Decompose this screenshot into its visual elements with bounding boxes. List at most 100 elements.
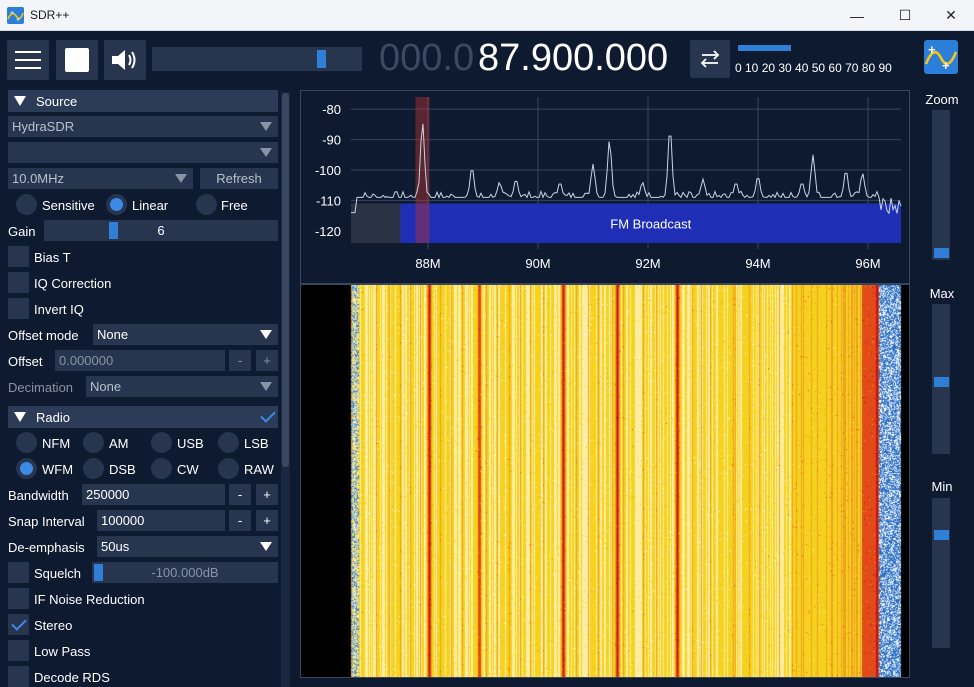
display-sliders-panel: Zoom Max Min <box>918 87 974 687</box>
waterfall-canvas[interactable] <box>301 285 909 677</box>
settings-panel: Source HydraSDR 10.0MHz Refresh Sensitiv… <box>0 87 292 687</box>
squelch-checkbox[interactable] <box>8 562 29 583</box>
speaker-icon <box>112 50 136 70</box>
squelch-slider-thumb[interactable] <box>94 564 103 581</box>
settings-scrollbar-thumb[interactable] <box>282 93 289 467</box>
squelch-slider[interactable]: -100.000dB <box>92 562 278 583</box>
mode-usb-radio[interactable] <box>151 432 172 453</box>
title-bar: + + SDR++ — ☐ ✕ <box>0 0 974 31</box>
gain-slider-thumb[interactable] <box>109 222 118 239</box>
if-noise-reduction-checkbox[interactable] <box>8 588 29 609</box>
offset-mode-select[interactable]: None <box>93 324 278 345</box>
mode-usb-label: USB <box>177 436 204 451</box>
mode-nfm-radio[interactable] <box>16 432 37 453</box>
gain-mode-free-radio[interactable] <box>196 194 217 215</box>
close-button[interactable]: ✕ <box>928 0 974 31</box>
close-icon: ✕ <box>945 7 957 23</box>
fft-y-tick-label: -120 <box>315 224 341 239</box>
snap-interval-input[interactable]: 100000 <box>97 510 225 531</box>
invert-iq-checkbox[interactable] <box>8 298 29 319</box>
decimation-label: Decimation <box>8 380 74 395</box>
samplerate-value: 10.0MHz <box>12 171 65 186</box>
min-slider-thumb[interactable] <box>934 530 949 540</box>
mute-button[interactable] <box>104 40 146 80</box>
deemphasis-label: De-emphasis <box>8 540 85 555</box>
mode-cw-radio[interactable] <box>151 458 172 479</box>
fft-y-tick-label: -90 <box>322 133 341 148</box>
fft-plot[interactable]: FM Broadcast -80 -90 -100 -110 -120 88M 90M 92… <box>301 91 909 283</box>
swap-arrows-icon <box>700 50 720 68</box>
chevron-down-icon <box>260 330 272 339</box>
bandwidth-input[interactable]: 250000 <box>82 484 225 505</box>
offset-increment-button[interactable]: + <box>256 350 278 371</box>
zoom-slider[interactable] <box>932 110 950 260</box>
bandwidth-decrement-button[interactable]: - <box>229 484 251 505</box>
mode-am-radio[interactable] <box>83 432 104 453</box>
mode-lsb-radio[interactable] <box>218 432 239 453</box>
volume-slider-thumb[interactable] <box>316 50 326 68</box>
snap-interval-label: Snap Interval <box>8 514 85 529</box>
hamburger-icon <box>15 51 41 69</box>
stereo-label: Stereo <box>34 618 73 633</box>
source-secondary-select[interactable] <box>8 142 278 163</box>
stereo-checkbox[interactable] <box>8 614 29 635</box>
svg-text:+: + <box>928 42 936 57</box>
zoom-slider-thumb[interactable] <box>934 248 949 258</box>
mode-raw-radio[interactable] <box>218 458 239 479</box>
iq-correction-label: IQ Correction <box>34 276 112 291</box>
bias-t-checkbox[interactable] <box>8 246 29 267</box>
offset-mode-value: None <box>97 327 129 342</box>
min-label: Min <box>931 479 953 494</box>
fft-y-tick-label: -100 <box>315 163 341 178</box>
snap-decrement-button[interactable]: - <box>229 510 251 531</box>
mode-wfm-radio[interactable] <box>16 458 37 479</box>
refresh-button[interactable]: Refresh <box>200 168 278 189</box>
mode-dsb-radio[interactable] <box>83 458 104 479</box>
window-title: SDR++ <box>30 8 70 22</box>
gain-mode-sensitive-radio[interactable] <box>16 194 37 215</box>
radio-header[interactable]: Radio <box>8 406 278 428</box>
gain-slider[interactable]: 6 <box>44 220 278 241</box>
svg-text:+: + <box>10 10 14 17</box>
fft-x-tick-label: 90M <box>525 256 550 271</box>
maximize-button[interactable]: ☐ <box>882 0 928 31</box>
bandwidth-increment-button[interactable]: + <box>256 484 278 505</box>
source-device-select[interactable]: HydraSDR <box>8 116 278 137</box>
tuning-mode-button[interactable] <box>690 40 730 78</box>
offset-input[interactable]: 0.000000 <box>55 350 225 371</box>
minimize-button[interactable]: — <box>834 0 880 31</box>
source-header[interactable]: Source <box>8 90 278 112</box>
low-pass-checkbox[interactable] <box>8 640 29 661</box>
stop-button[interactable] <box>56 40 98 80</box>
max-slider-thumb[interactable] <box>934 377 949 387</box>
invert-iq-label: Invert IQ <box>34 302 84 317</box>
toolbar: 000.0 87.900.000 0 10 20 30 40 50 60 70 … <box>0 31 974 87</box>
mode-wfm-label: WFM <box>42 462 74 477</box>
min-slider[interactable] <box>932 498 950 648</box>
decode-rds-label: Decode RDS <box>34 670 110 685</box>
mode-lsb-label: LSB <box>244 436 269 451</box>
radio-enable-checkbox[interactable] <box>257 406 278 427</box>
deemphasis-value: 50us <box>101 539 130 554</box>
mode-nfm-label: NFM <box>42 436 71 451</box>
chevron-down-icon <box>260 382 272 391</box>
app-icon: + + <box>7 7 24 24</box>
iq-correction-checkbox[interactable] <box>8 272 29 293</box>
gain-mode-linear-radio[interactable] <box>106 194 127 215</box>
vfo-marker[interactable] <box>415 97 430 243</box>
deemphasis-select[interactable]: 50us <box>97 536 278 557</box>
frequency-display[interactable]: 87.900.000 <box>478 37 668 80</box>
samplerate-select[interactable]: 10.0MHz <box>8 168 193 189</box>
decode-rds-checkbox[interactable] <box>8 666 29 687</box>
chevron-down-icon <box>260 122 272 131</box>
gain-value: 6 <box>157 223 165 238</box>
decimation-select[interactable]: None <box>86 376 278 397</box>
offset-decrement-button[interactable]: - <box>229 350 251 371</box>
snap-increment-button[interactable]: + <box>256 510 278 531</box>
volume-slider[interactable] <box>152 47 362 71</box>
menu-button[interactable] <box>7 40 49 80</box>
frequency-prefix[interactable]: 000.0 <box>379 37 474 80</box>
waterfall-display[interactable] <box>300 284 910 678</box>
mode-am-label: AM <box>109 436 129 451</box>
fft-spectrum[interactable]: FM Broadcast -80 -90 -100 -110 -120 88M 90M 92… <box>300 90 910 284</box>
